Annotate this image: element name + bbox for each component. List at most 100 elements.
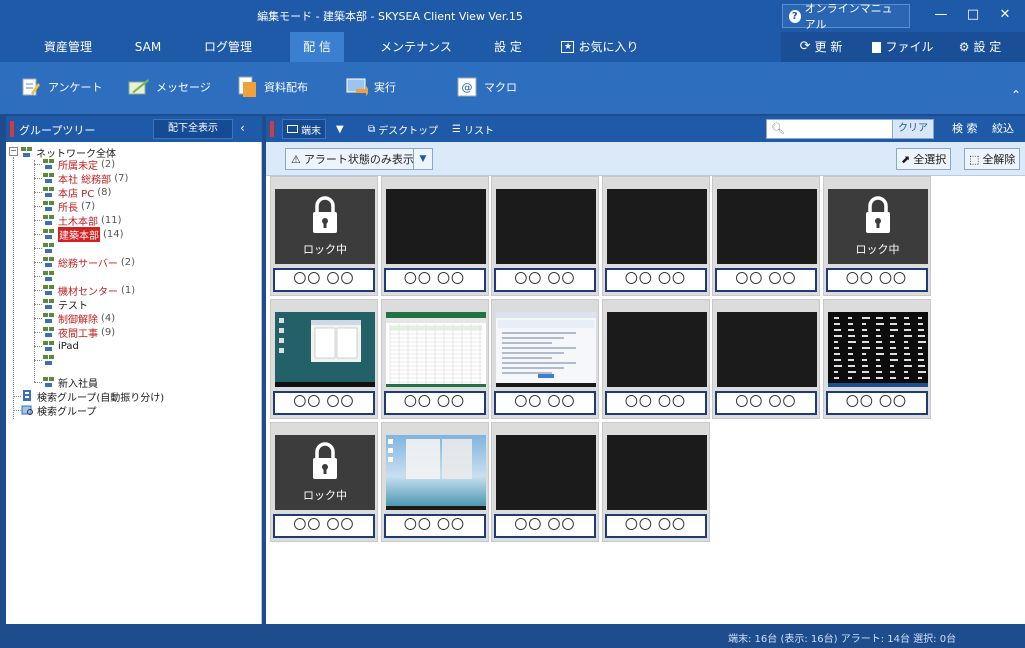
search-icon: 🔍︎ xyxy=(771,122,785,135)
show-all-descendants-button[interactable]: 配下全表示 xyxy=(153,119,233,139)
tree-node-search-group-auto[interactable]: 検索グループ(自動振り分け) xyxy=(21,389,164,404)
terminal-tile[interactable]: 〇〇 〇〇 xyxy=(601,176,710,296)
tree-node-label: 機材センター xyxy=(58,286,118,298)
terminal-screen-thumbnail[interactable]: ロック中 xyxy=(275,435,375,510)
refresh-button[interactable]: ⟳ 更 新 xyxy=(789,32,853,62)
tree-node-new-employees[interactable]: 新入社員 xyxy=(42,375,98,390)
view-desktop-button[interactable]: ⧉ デスクトップ xyxy=(364,119,442,139)
maximize-button[interactable]: □ xyxy=(958,4,988,26)
tree-node-unnamed[interactable] xyxy=(42,269,55,283)
terminal-tile[interactable]: 〇〇 〇〇 xyxy=(491,299,599,419)
terminal-screen-thumbnail[interactable]: ロック中 xyxy=(827,189,928,264)
terminal-tile[interactable]: 〇〇 〇〇 xyxy=(270,299,378,419)
tree-node-label: 土木本部 xyxy=(58,216,98,228)
tree-node-control-release[interactable]: 制御解除 (4) xyxy=(42,311,115,326)
clear-button[interactable]: クリア xyxy=(892,119,934,139)
list-icon: ☰ xyxy=(452,123,461,135)
tree-node-unnamed[interactable] xyxy=(42,353,55,367)
document-distribution-button[interactable]: 資料配布 xyxy=(236,76,308,98)
terminal-screen-thumbnail[interactable] xyxy=(496,435,596,510)
group-icon xyxy=(42,172,55,184)
terminal-tile[interactable]: 〇〇 〇〇 xyxy=(601,299,710,419)
terminal-tile[interactable]: 〇〇 〇〇 xyxy=(712,176,820,296)
view-terminal-button[interactable]: 端末 xyxy=(282,119,326,139)
close-button[interactable]: ✕ xyxy=(990,4,1020,26)
terminal-screen-thumbnail[interactable]: ロック中 xyxy=(275,189,375,264)
terminal-screen-thumbnail[interactable] xyxy=(275,312,375,387)
minimize-button[interactable]: — xyxy=(926,4,956,26)
tree-node-main-store[interactable]: 本店 PC (8) xyxy=(42,185,111,200)
tree-node-label: 本店 PC xyxy=(58,188,95,200)
group-icon xyxy=(42,214,55,226)
message-button[interactable]: メッセージ xyxy=(128,76,211,98)
terminal-screen-thumbnail[interactable] xyxy=(717,312,817,387)
view-list-button[interactable]: ☰ リスト xyxy=(448,119,498,139)
menu-favorites[interactable]: ★ お気に入り xyxy=(556,32,644,62)
terminal-tile[interactable]: 〇〇 〇〇 xyxy=(712,299,820,419)
terminal-screen-thumbnail[interactable] xyxy=(717,189,817,264)
terminal-tile[interactable]: 〇〇 〇〇 xyxy=(601,422,710,542)
tree-node-hq-general[interactable]: 本社 総務部 (7) xyxy=(42,171,129,186)
ribbon-collapse-icon[interactable]: ⌃ xyxy=(1011,88,1021,102)
terminal-tile[interactable]: 〇〇 〇〇 xyxy=(491,422,599,542)
tree-node-civil[interactable]: 土木本部 (11) xyxy=(42,213,122,228)
terminal-screen-thumbnail[interactable] xyxy=(606,435,707,510)
terminal-screen-thumbnail[interactable] xyxy=(606,312,707,387)
menu-asset[interactable]: 資産管理 xyxy=(38,32,98,62)
execute-icon xyxy=(346,76,368,98)
terminal-tile[interactable]: ロック中 〇〇 〇〇 xyxy=(270,176,378,296)
terminal-screen-thumbnail[interactable] xyxy=(827,312,928,387)
collapse-pane-icon[interactable]: ‹ xyxy=(240,121,245,135)
file-menu-button[interactable]: ファイル xyxy=(867,32,939,62)
execute-button[interactable]: 実行 xyxy=(346,76,396,98)
search-button[interactable]: 検 索 xyxy=(952,120,978,136)
tree-node-architecture[interactable]: 建築本部 (14) xyxy=(42,226,124,242)
terminal-tile[interactable]: 〇〇 〇〇 xyxy=(822,299,931,419)
terminal-tile[interactable]: ロック中 〇〇 〇〇 xyxy=(270,422,378,542)
deselect-all-button[interactable]: ⬚ 全解除 xyxy=(964,148,1021,170)
tree-node-unassigned[interactable]: 所属未定 (2) xyxy=(42,157,115,172)
tree-node-search-group[interactable]: 検索グループ xyxy=(21,403,96,418)
filter-button[interactable]: 絞込 xyxy=(992,120,1014,136)
tree-node-unnamed[interactable] xyxy=(42,241,55,255)
terminal-screen-thumbnail[interactable] xyxy=(385,435,486,510)
view-terminal-dropdown[interactable]: ▼ xyxy=(332,119,348,139)
app-settings-button[interactable]: ⚙ 設 定 xyxy=(947,32,1013,62)
tree-node-director[interactable]: 所長 (7) xyxy=(42,199,95,214)
alert-filter-dropdown[interactable]: ▼ xyxy=(413,148,433,170)
tree-node-general-server[interactable]: 総務サーバー (2) xyxy=(42,255,136,270)
tree-node-count: (14) xyxy=(103,228,124,240)
terminal-tile[interactable]: 〇〇 〇〇 xyxy=(380,176,489,296)
terminal-tile[interactable]: 〇〇 〇〇 xyxy=(491,176,599,296)
tree-node-night-work[interactable]: 夜間工事 (9) xyxy=(42,325,115,340)
terminal-tile[interactable]: 〇〇 〇〇 xyxy=(380,299,489,419)
tree-connector xyxy=(13,157,14,419)
menu-settings[interactable]: 設 定 xyxy=(486,32,530,62)
alert-only-button[interactable]: ⚠ アラート状態のみ表示 xyxy=(285,148,420,170)
menu-maintenance[interactable]: メンテナンス xyxy=(374,32,458,62)
terminal-tile[interactable]: 〇〇 〇〇 xyxy=(380,422,489,542)
menu-delivery[interactable]: 配 信 xyxy=(290,32,344,62)
terminal-tile[interactable]: ロック中 〇〇 〇〇 xyxy=(822,176,931,296)
tree-node-label: 本社 総務部 xyxy=(58,174,112,186)
online-manual-button[interactable]: ? オンラインマニュアル xyxy=(782,2,910,31)
tree-node-ipad[interactable]: iPad xyxy=(42,339,79,353)
select-all-button[interactable]: ⬈ 全選択 xyxy=(896,148,952,170)
tree-node-count: (2) xyxy=(120,256,136,268)
tree-collapse-toggle[interactable]: − xyxy=(9,147,18,156)
tree-node-count: (7) xyxy=(114,172,129,184)
terminal-screen-thumbnail[interactable] xyxy=(496,189,596,264)
tree-node-test[interactable]: テスト xyxy=(42,297,88,312)
file-icon xyxy=(872,41,882,53)
survey-button[interactable]: アンケート xyxy=(20,76,103,98)
lock-icon xyxy=(862,195,894,235)
menu-sam[interactable]: SAM xyxy=(128,32,168,62)
window-title: 編集モード - 建築本部 - SKYSEA Client View Ver.15 xyxy=(257,10,523,23)
menu-log[interactable]: ログ管理 xyxy=(198,32,258,62)
macro-button[interactable]: @ マクロ xyxy=(456,76,517,98)
terminal-screen-thumbnail[interactable] xyxy=(385,312,486,387)
tree-node-equipment-center[interactable]: 機材センター (1) xyxy=(42,283,135,298)
terminal-screen-thumbnail[interactable] xyxy=(496,312,596,387)
terminal-screen-thumbnail[interactable] xyxy=(606,189,707,264)
terminal-screen-thumbnail[interactable] xyxy=(385,189,486,264)
